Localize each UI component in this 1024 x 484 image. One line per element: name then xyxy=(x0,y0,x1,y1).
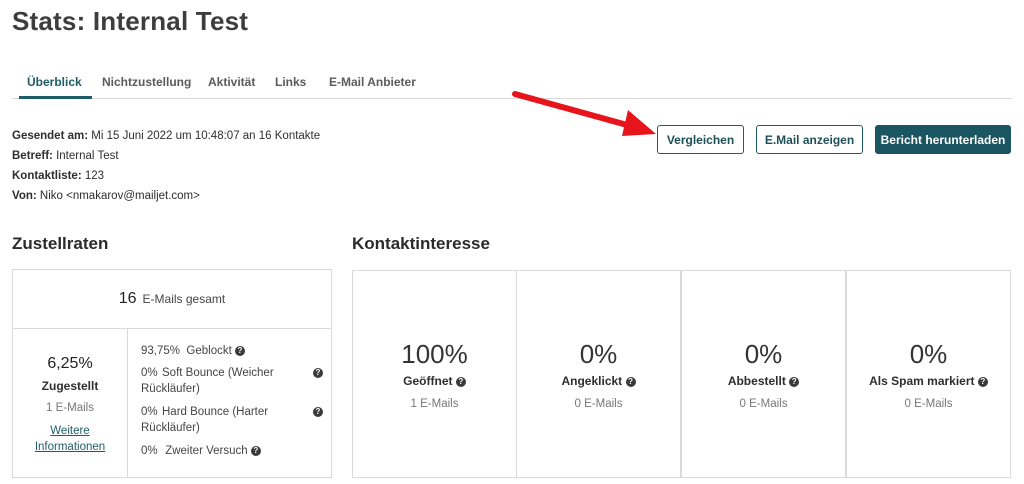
breakdown-pct: 0% xyxy=(141,367,158,379)
tab-activity[interactable]: Aktivität xyxy=(208,75,255,89)
help-icon[interactable]: ? xyxy=(235,346,245,356)
card-clicked: 0% Angeklickt ? 0 E-Mails xyxy=(516,270,681,478)
breakdown-retry: 0% Zweiter Versuch ? xyxy=(141,443,331,459)
help-icon[interactable]: ? xyxy=(313,407,323,417)
clicked-label-text: Angeklickt xyxy=(561,374,623,388)
help-icon[interactable]: ? xyxy=(789,377,800,387)
clicked-value: 0% xyxy=(579,339,618,369)
tab-overview[interactable]: Überblick xyxy=(27,75,82,89)
spam-label: Als Spam markiert ? xyxy=(847,374,1010,388)
breakdown-label-cont: Rückläufer) xyxy=(141,383,200,395)
active-tab-indicator xyxy=(19,96,92,99)
breakdown-label: Soft Bounce (Weicher xyxy=(162,367,274,379)
subject-label: Betreff: xyxy=(12,150,53,162)
subject-row: Betreff: Internal Test xyxy=(12,146,320,166)
help-icon[interactable]: ? xyxy=(250,446,261,456)
annotation-arrow-icon xyxy=(512,91,656,136)
unsubscribed-label-text: Abbestellt xyxy=(727,374,786,388)
campaign-meta: Gesendet am: Mi 15 Juni 2022 um 10:48:07… xyxy=(12,126,320,206)
clicked-label: Angeklickt ? xyxy=(517,374,680,388)
opened-label: Geöffnet ? xyxy=(353,374,516,388)
unsubscribed-value: 0% xyxy=(744,339,783,369)
delivered-percent: 6,25% xyxy=(47,355,93,372)
tab-non-delivery[interactable]: Nichtzustellung xyxy=(102,75,191,89)
breakdown-label-cont: Rückläufer) xyxy=(141,422,200,434)
spam-label-text: Als Spam markiert xyxy=(869,374,975,388)
card-opened: 100% Geöffnet ? 1 E-Mails xyxy=(352,270,517,478)
breakdown-pct: 0% xyxy=(141,406,158,418)
more-info-line1: Weitere xyxy=(50,425,90,437)
from-row: Von: Niko <nmakarov@mailjet.com> xyxy=(12,186,320,206)
subject-value: Internal Test xyxy=(56,150,119,162)
breakdown-label: Hard Bounce (Harter xyxy=(162,406,269,418)
sent-row: Gesendet am: Mi 15 Juni 2022 um 10:48:07… xyxy=(12,126,320,146)
unsubscribed-count: 0 E-Mails xyxy=(739,398,788,410)
opened-count: 1 E-Mails xyxy=(410,398,459,410)
total-label: E-Mails gesamt xyxy=(142,292,226,306)
contact-list-row: Kontaktliste: 123 xyxy=(12,166,320,186)
delivered-label: Zugestellt xyxy=(41,379,99,393)
contact-list-label: Kontaktliste: xyxy=(12,170,82,182)
total-emails: 16 E-Mails gesamt xyxy=(13,270,331,329)
total-count: 16 xyxy=(118,290,137,307)
card-spam: 0% Als Spam markiert ? 0 E-Mails xyxy=(846,270,1011,478)
breakdown-hard-bounce: ? 0% Hard Bounce (Harter Rückläufer) xyxy=(141,404,331,436)
opened-value: 100% xyxy=(401,339,468,369)
delivered-count: 1 E-Mails xyxy=(46,402,94,414)
contact-list-value: 123 xyxy=(84,170,105,182)
tab-email-providers[interactable]: E-Mail Anbieter xyxy=(329,75,416,89)
from-value: Niko <nmakarov@mailjet.com> xyxy=(39,190,200,202)
breakdown-soft-bounce: ? 0% Soft Bounce (Weicher Rückläufer) xyxy=(141,365,331,397)
more-info-line2: Informationen xyxy=(34,441,106,453)
help-icon[interactable]: ? xyxy=(977,377,988,387)
breakdown-blocked: 93,75% Geblockt ? xyxy=(141,343,331,359)
tab-links[interactable]: Links xyxy=(275,75,306,89)
spam-count: 0 E-Mails xyxy=(904,398,953,410)
sent-label: Gesendet am: xyxy=(12,130,89,142)
view-email-button[interactable]: E.Mail anzeigen xyxy=(756,125,863,154)
help-icon[interactable]: ? xyxy=(313,368,323,378)
help-icon[interactable]: ? xyxy=(455,377,466,387)
from-label: Von: xyxy=(12,190,37,202)
download-report-button[interactable]: Bericht herunterladen xyxy=(875,125,1011,154)
card-unsubscribed: 0% Abbestellt ? 0 E-Mails xyxy=(681,270,846,478)
more-info-link[interactable]: Weitere Informationen xyxy=(13,423,127,455)
compare-button[interactable]: Vergleichen xyxy=(657,125,744,154)
breakdown-pct: 0% xyxy=(141,445,158,457)
breakdown-label: Zweiter Versuch xyxy=(165,445,248,457)
delivered-column: 6,25% Zugestellt 1 E-Mails Weitere Infor… xyxy=(13,329,128,477)
page-title: Stats: Internal Test xyxy=(12,6,249,36)
spam-value: 0% xyxy=(909,339,948,369)
help-icon[interactable]: ? xyxy=(625,377,636,387)
delivery-section-title: Zustellraten xyxy=(12,234,109,253)
opened-label-text: Geöffnet xyxy=(403,374,453,388)
breakdown-label: Geblockt xyxy=(186,345,232,357)
breakdown-pct: 93,75% xyxy=(141,345,181,357)
interest-section-title: Kontaktinteresse xyxy=(352,234,490,253)
sent-value: Mi 15 Juni 2022 um 10:48:07 an 16 Kontak… xyxy=(91,130,321,142)
unsubscribed-label: Abbestellt ? xyxy=(682,374,845,388)
delivery-panel: 16 E-Mails gesamt 6,25% Zugestellt 1 E-M… xyxy=(12,269,332,478)
clicked-count: 0 E-Mails xyxy=(574,398,623,410)
